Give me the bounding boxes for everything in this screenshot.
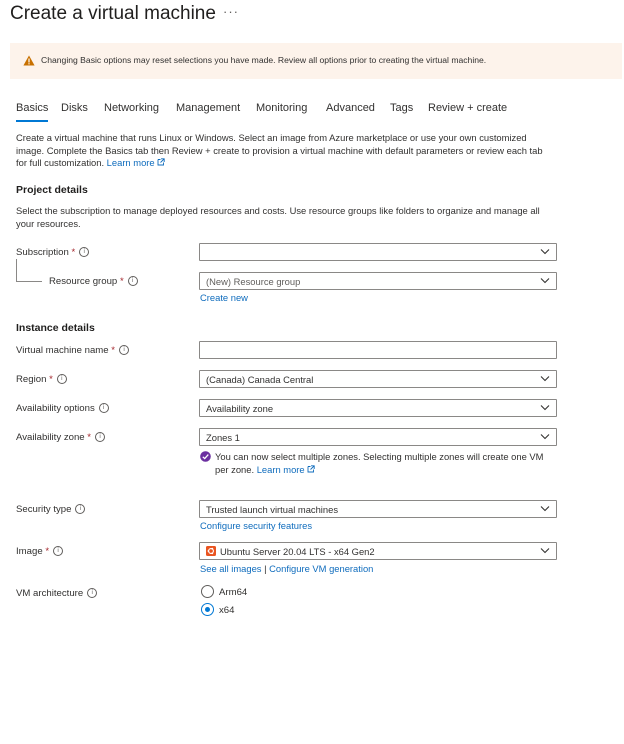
- chevron-down-icon: [540, 405, 550, 411]
- zone-learn-more-link[interactable]: Learn more: [257, 464, 316, 475]
- intro-learn-more-link[interactable]: Learn more: [107, 157, 166, 168]
- page-title: Create a virtual machine: [10, 3, 216, 24]
- tab-basics[interactable]: Basics: [16, 102, 49, 122]
- configure-security-link[interactable]: Configure security features: [200, 520, 312, 531]
- availability-options-label: Availability options i: [16, 403, 109, 414]
- chevron-down-icon: [540, 506, 550, 512]
- info-icon[interactable]: i: [119, 345, 130, 356]
- chevron-down-icon: [540, 278, 550, 284]
- see-all-images-link[interactable]: See all images: [200, 563, 262, 574]
- external-link-icon: [307, 464, 315, 472]
- radio-arm64[interactable]: [201, 585, 214, 598]
- tab-networking[interactable]: Networking: [104, 102, 159, 114]
- vm-name-input[interactable]: [199, 341, 557, 359]
- project-details-description: Select the subscription to manage deploy…: [16, 205, 540, 229]
- info-icon[interactable]: i: [87, 588, 98, 599]
- warning-icon: [23, 55, 35, 66]
- chevron-down-icon: [540, 434, 550, 440]
- availability-zone-label: Availability zone * i: [16, 432, 106, 443]
- security-type-select[interactable]: Trusted launch virtual machines: [199, 500, 557, 518]
- tab-review-create[interactable]: Review + create: [428, 102, 507, 114]
- radio-x64-label[interactable]: x64: [219, 605, 234, 616]
- chevron-down-icon: [540, 376, 550, 382]
- configure-vm-generation-link[interactable]: Configure VM generation: [269, 563, 373, 574]
- tree-connector: [16, 259, 17, 281]
- region-label: Region * i: [16, 374, 67, 385]
- image-label: Image * i: [16, 546, 64, 557]
- availability-options-select[interactable]: Availability zone: [199, 399, 557, 417]
- info-icon[interactable]: i: [95, 432, 106, 443]
- tab-monitoring[interactable]: Monitoring: [256, 102, 307, 114]
- success-check-icon: [200, 451, 211, 462]
- tab-disks[interactable]: Disks: [61, 102, 88, 114]
- chevron-down-icon: [540, 249, 550, 255]
- info-icon[interactable]: i: [98, 403, 109, 414]
- radio-x64[interactable]: [201, 603, 214, 616]
- security-type-label: Security type i: [16, 504, 86, 515]
- warning-banner: Changing Basic options may reset selecti…: [10, 43, 622, 79]
- info-icon[interactable]: i: [56, 374, 67, 385]
- vm-name-label: Virtual machine name * i: [16, 345, 130, 356]
- resource-group-label: Resource group * i: [49, 276, 138, 287]
- ubuntu-icon: [206, 546, 216, 556]
- warning-banner-text: Changing Basic options may reset selecti…: [41, 55, 487, 65]
- zone-note: You can now select multiple zones. Selec…: [215, 451, 544, 475]
- subscription-select[interactable]: [199, 243, 557, 261]
- radio-arm64-label[interactable]: Arm64: [219, 587, 247, 598]
- instance-details-heading: Instance details: [16, 322, 95, 334]
- tab-tags[interactable]: Tags: [390, 102, 413, 114]
- info-icon[interactable]: i: [127, 276, 138, 287]
- chevron-down-icon: [540, 548, 550, 554]
- info-icon[interactable]: i: [79, 247, 90, 258]
- tab-advanced[interactable]: Advanced: [326, 102, 375, 114]
- intro-description: Create a virtual machine that runs Linux…: [16, 132, 543, 168]
- image-select[interactable]: Ubuntu Server 20.04 LTS - x64 Gen2: [199, 542, 557, 560]
- create-new-link[interactable]: Create new: [200, 292, 248, 303]
- link-separator: |: [264, 563, 267, 574]
- info-icon[interactable]: i: [53, 546, 64, 557]
- image-links: See all images | Configure VM generation: [200, 563, 373, 574]
- region-select[interactable]: (Canada) Canada Central: [199, 370, 557, 388]
- info-icon[interactable]: i: [75, 504, 86, 515]
- availability-zone-select[interactable]: Zones 1: [199, 428, 557, 446]
- vm-architecture-label: VM architecture i: [16, 588, 98, 599]
- more-options-icon[interactable]: ···: [223, 4, 239, 19]
- resource-group-select[interactable]: (New) Resource group: [199, 272, 557, 290]
- external-link-icon: [157, 158, 165, 166]
- intro-text: Create a virtual machine that runs Linux…: [16, 132, 556, 170]
- tree-connector: [16, 281, 42, 282]
- tab-management[interactable]: Management: [176, 102, 240, 114]
- subscription-label: Subscription * i: [16, 247, 90, 258]
- project-details-heading: Project details: [16, 184, 88, 196]
